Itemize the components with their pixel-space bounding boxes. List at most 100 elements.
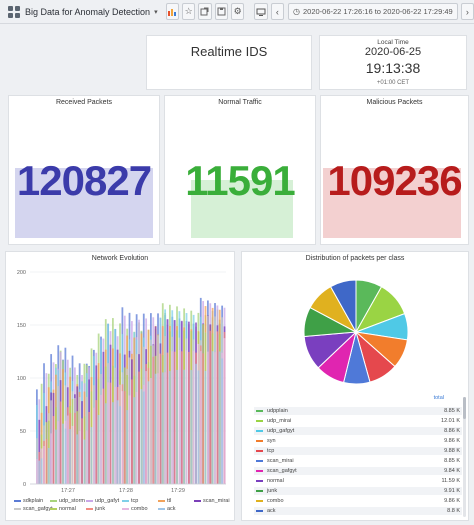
received-packets-panel: Received Packets 120827 [8,95,160,245]
normal-traffic-panel: Normal Traffic 11591 [164,95,316,245]
series-bar-junk [59,401,62,484]
legend-total: 8.85 K [444,458,460,464]
legend-item[interactable]: ttl [158,498,171,504]
series-bar-combo [71,425,74,484]
chevron-down-icon[interactable]: ▾ [154,8,158,16]
legend-row[interactable]: udp_gafgyt 8.86 K [254,427,462,435]
series-bar-combo [85,430,88,484]
series-bar-ack [133,397,136,484]
star-icon[interactable]: ☆ [181,3,196,20]
legend-label: scan_mirai [267,458,294,464]
dashboard-title[interactable]: Big Data for Anomaly Detection [25,7,150,17]
legend-label: udp_gafyt [95,498,120,504]
clock-icon: ◷ [293,7,300,16]
legend-item[interactable]: normal [50,506,76,512]
series-bar-ack [190,370,193,484]
time-range-label: 2020-06-22 17:26:16 to 2020-06-22 17:29:… [302,7,453,16]
series-bar-ack [154,373,157,484]
series-bar-junk [52,416,55,484]
series-bar-combo [121,391,124,484]
legend-swatch [86,507,93,511]
series-bar-junk [88,411,91,484]
legend-item[interactable]: ack [158,506,176,512]
bar-chart-add-icon[interactable] [165,3,179,20]
series-bar-combo [57,421,60,484]
series-bar-combo [135,391,138,484]
series-bar-junk [209,330,212,484]
legend-swatch [122,499,129,503]
series-bar-combo [185,350,188,484]
legend-row[interactable]: tcp 9.88 K [254,447,462,455]
legend-swatch [194,499,201,503]
tv-mode-icon[interactable] [254,3,268,20]
legend-label: tcp [131,498,139,504]
network-evolution-chart[interactable]: 200 150 100 50 0 17:27 17:28 17:29 [6,252,234,520]
time-back-icon[interactable]: ‹ [270,3,284,20]
time-forward-icon[interactable]: › [460,3,474,20]
x-tick-label: 17:29 [171,488,185,494]
series-bar-combo [128,395,131,484]
series-bar-ack [218,351,221,484]
legend-label: sdkplain [23,498,44,504]
local-time-panel: Local Time 2020-06-25 19:13:38 +01:00 CE… [319,35,467,90]
settings-icon[interactable]: ⚙ [230,3,245,20]
dashboard-grid-icon[interactable] [8,5,20,18]
series-bar-combo [207,351,209,484]
time-range-picker[interactable]: ◷ 2020-06-22 17:26:16 to 2020-06-22 17:2… [288,3,458,20]
legend-item[interactable]: scan_mirai [194,498,230,504]
legend-label: scan_gafgyt [23,506,53,512]
series-bar-combo [36,458,38,484]
legend-item[interactable]: combo [122,506,148,512]
legend-total: 9.88 K [444,448,460,454]
series-bar-combo [164,372,167,484]
legend-label: tcp [267,448,275,454]
scrollbar-thumb[interactable] [463,397,466,419]
legend-total: 9.84 K [444,468,460,474]
y-tick-label: 100 [17,376,26,382]
legend-swatch [256,439,263,443]
distribution-pie-chart[interactable] [242,252,470,392]
share-icon[interactable] [198,3,212,20]
legend-swatch [256,509,263,513]
legend-item[interactable]: udp_storm [50,498,85,504]
legend-scrollbar[interactable] [463,397,466,517]
series-bar-ack [197,370,200,484]
total-column-header[interactable]: total [434,395,444,401]
legend-item[interactable]: junk [86,506,105,512]
y-tick-label: 150 [17,323,26,329]
series-bar-combo [157,373,159,484]
legend-item[interactable]: udp_gafyt [86,498,119,504]
series-bar-ack [211,351,214,484]
legend-row[interactable]: scan_gafgyt 9.84 K [254,467,462,475]
legend-item[interactable]: sdkplain [14,498,43,504]
legend-row[interactable]: udpplain 8.85 K [254,407,462,415]
legend-row[interactable]: normal 11.59 K [254,477,462,485]
x-tick-label: 17:27 [61,488,75,494]
legend-row[interactable]: combo 9.86 K [254,497,462,505]
legend-total: 12.01 K [441,418,460,424]
series-bar-combo [107,382,110,484]
legend-item[interactable]: scan_gafgyt [14,506,53,512]
ids-title-panel: Realtime IDS [146,35,312,90]
legend-item[interactable]: tcp [122,498,138,504]
series-bar-combo [214,352,216,484]
legend-row[interactable]: junk 9.91 K [254,487,462,495]
legend-row[interactable]: syn 9.86 K [254,437,462,445]
legend-swatch [256,489,263,493]
legend-swatch [256,459,263,463]
series-bar-combo [43,445,45,484]
legend-label: udp_mirai [267,418,292,424]
series-bar-ack [116,400,119,484]
legend-swatch [256,469,263,473]
series-bar-ack [126,410,129,484]
legend-row[interactable]: ack 8.8 K [254,507,462,515]
save-icon[interactable] [214,3,228,20]
legend-swatch [158,499,165,503]
legend-total: 9.86 K [444,498,460,504]
series-bar-junk [45,438,48,484]
series-bar-ack [195,363,197,484]
legend-label: junk [267,488,278,494]
legend-row[interactable]: scan_mirai 8.85 K [254,457,462,465]
local-time-label: Local Time [377,39,409,46]
legend-row[interactable]: udp_mirai 12.01 K [254,417,462,425]
